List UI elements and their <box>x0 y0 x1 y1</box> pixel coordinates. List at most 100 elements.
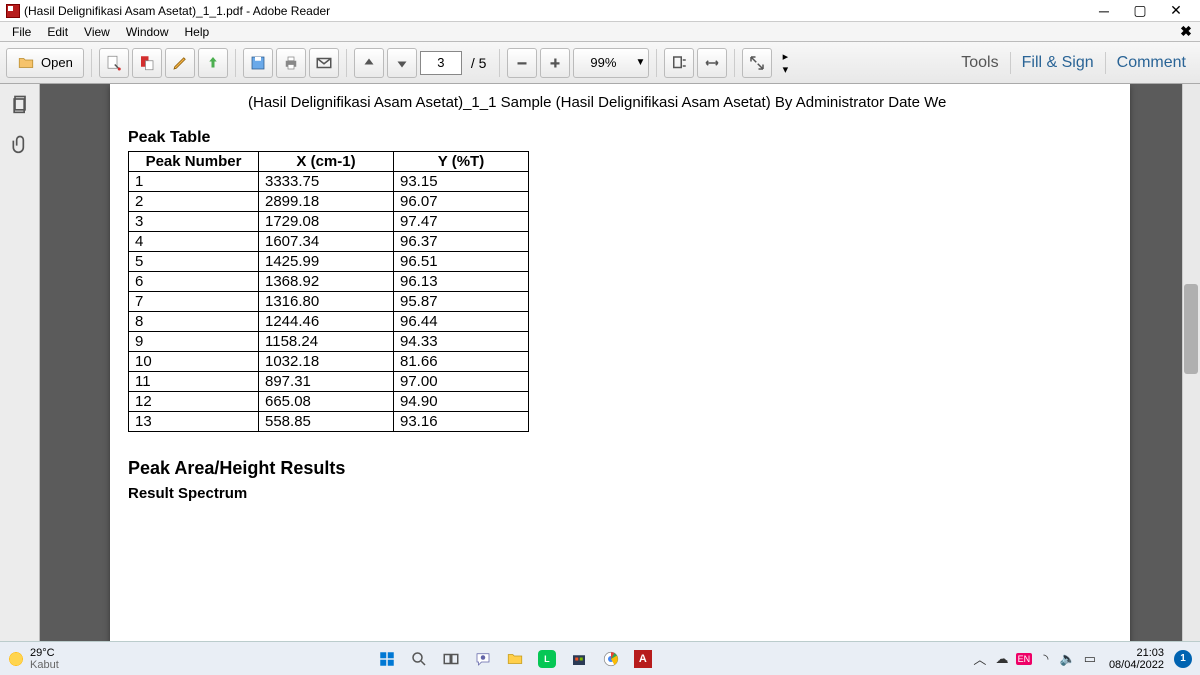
col-peak-number: Peak Number <box>129 152 259 172</box>
weather-widget[interactable]: 29°C Kabut <box>8 647 59 671</box>
menu-bar: File Edit View Window Help ✖ <box>0 22 1200 42</box>
chrome-icon <box>602 650 620 668</box>
table-cell: 1244.46 <box>259 312 394 332</box>
table-cell: 6 <box>129 272 259 292</box>
table-row: 101032.1881.66 <box>129 352 529 372</box>
upload-button[interactable] <box>198 48 228 78</box>
table-cell: 1158.24 <box>259 332 394 352</box>
table-row: 91158.2494.33 <box>129 332 529 352</box>
start-button[interactable] <box>373 646 401 672</box>
table-cell: 13 <box>129 412 259 432</box>
menu-edit[interactable]: Edit <box>39 23 76 41</box>
fit-width-button[interactable] <box>697 48 727 78</box>
separator <box>1010 52 1011 74</box>
next-page-button[interactable] <box>387 48 417 78</box>
language-tray-button[interactable]: EN <box>1015 650 1033 668</box>
speaker-icon: 🔈 <box>1060 651 1076 667</box>
line-taskbar-button[interactable]: L <box>533 646 561 672</box>
table-cell: 1316.80 <box>259 292 394 312</box>
zoom-level-select[interactable]: ▼ <box>573 48 649 78</box>
fit-page-icon <box>670 54 688 72</box>
scrollbar-thumb[interactable] <box>1184 284 1198 374</box>
fit-page-button[interactable] <box>664 48 694 78</box>
cloud-icon: ☁ <box>995 651 1008 667</box>
arrow-up-icon <box>360 54 378 72</box>
peak-area-height-title: Peak Area/Height Results <box>128 458 1112 479</box>
tools-panel-button[interactable]: Tools <box>953 54 1006 72</box>
table-cell: 96.37 <box>394 232 529 252</box>
table-cell: 94.90 <box>394 392 529 412</box>
table-cell: 1607.34 <box>259 232 394 252</box>
chat-taskbar-button[interactable] <box>469 646 497 672</box>
task-view-button[interactable] <box>437 646 465 672</box>
table-row: 11897.3197.00 <box>129 372 529 392</box>
menu-window[interactable]: Window <box>118 23 177 41</box>
table-row: 71316.8095.87 <box>129 292 529 312</box>
zoom-out-button[interactable] <box>507 48 537 78</box>
table-row: 22899.1896.07 <box>129 192 529 212</box>
create-pdf-button[interactable] <box>99 48 129 78</box>
sign-button[interactable] <box>165 48 195 78</box>
comment-panel-button[interactable]: Comment <box>1109 54 1194 72</box>
table-cell: 1032.18 <box>259 352 394 372</box>
pdf-icon <box>6 4 20 18</box>
store-taskbar-button[interactable] <box>565 646 593 672</box>
close-button[interactable]: ✕ <box>1158 1 1194 21</box>
table-cell: 1729.08 <box>259 212 394 232</box>
email-button[interactable] <box>309 48 339 78</box>
navigation-pane <box>0 84 40 641</box>
toolbar-overflow-button[interactable]: ▸▾ <box>775 48 795 78</box>
zoom-in-button[interactable] <box>540 48 570 78</box>
onedrive-tray-button[interactable]: ☁ <box>993 650 1011 668</box>
notification-badge[interactable]: 1 <box>1174 650 1192 668</box>
menu-file[interactable]: File <box>4 23 39 41</box>
page-count-label: / 5 <box>465 55 493 71</box>
volume-tray-button[interactable]: 🔈 <box>1059 650 1077 668</box>
print-button[interactable] <box>276 48 306 78</box>
clock-tray[interactable]: 21:03 08/04/2022 <box>1103 647 1170 671</box>
wifi-tray-button[interactable]: ◝ <box>1037 650 1055 668</box>
minimize-button[interactable]: ─ <box>1086 1 1122 21</box>
tray-overflow-button[interactable]: ︿ <box>971 650 989 668</box>
window-title: (Hasil Delignifikasi Asam Asetat)_1_1.pd… <box>24 4 1086 18</box>
fill-sign-panel-button[interactable]: Fill & Sign <box>1014 54 1102 72</box>
table-cell: 12 <box>129 392 259 412</box>
tray-time: 21:03 <box>1109 647 1164 659</box>
table-cell: 5 <box>129 252 259 272</box>
document-viewport[interactable]: (Hasil Delignifikasi Asam Asetat)_1_1 Sa… <box>40 84 1200 641</box>
upload-icon <box>204 54 222 72</box>
wifi-icon: ◝ <box>1043 651 1048 667</box>
prev-page-button[interactable] <box>354 48 384 78</box>
result-spectrum-title: Result Spectrum <box>128 485 1112 502</box>
minus-icon <box>513 54 531 72</box>
read-mode-button[interactable] <box>742 48 772 78</box>
table-cell: 93.16 <box>394 412 529 432</box>
export-pdf-button[interactable] <box>132 48 162 78</box>
menu-view[interactable]: View <box>76 23 118 41</box>
attachments-panel-button[interactable] <box>0 124 40 164</box>
chat-icon <box>474 650 492 668</box>
thumbnails-panel-button[interactable] <box>0 84 40 124</box>
page-number-input[interactable] <box>420 51 462 75</box>
vertical-scrollbar[interactable] <box>1182 84 1200 641</box>
system-tray: ︿ ☁ EN ◝ 🔈 ▭ 21:03 08/04/2022 1 <box>971 647 1192 671</box>
menu-help[interactable]: Help <box>177 23 218 41</box>
printer-icon <box>282 54 300 72</box>
file-explorer-taskbar-button[interactable] <box>501 646 529 672</box>
battery-tray-button[interactable]: ▭ <box>1081 650 1099 668</box>
weather-condition: Kabut <box>30 659 59 671</box>
search-button[interactable] <box>405 646 433 672</box>
table-cell: 1368.92 <box>259 272 394 292</box>
chevron-down-icon: ▼ <box>632 57 648 68</box>
separator <box>499 49 500 77</box>
save-button[interactable] <box>243 48 273 78</box>
maximize-button[interactable]: ▢ <box>1122 1 1158 21</box>
table-row: 51425.9996.51 <box>129 252 529 272</box>
chrome-taskbar-button[interactable] <box>597 646 625 672</box>
zoom-level-input[interactable] <box>574 51 632 75</box>
document-close-button[interactable]: ✖ <box>1176 23 1196 40</box>
adobe-reader-taskbar-button[interactable]: A <box>629 646 657 672</box>
fit-width-icon <box>703 54 721 72</box>
open-button[interactable]: Open <box>6 48 84 78</box>
table-cell: 558.85 <box>259 412 394 432</box>
